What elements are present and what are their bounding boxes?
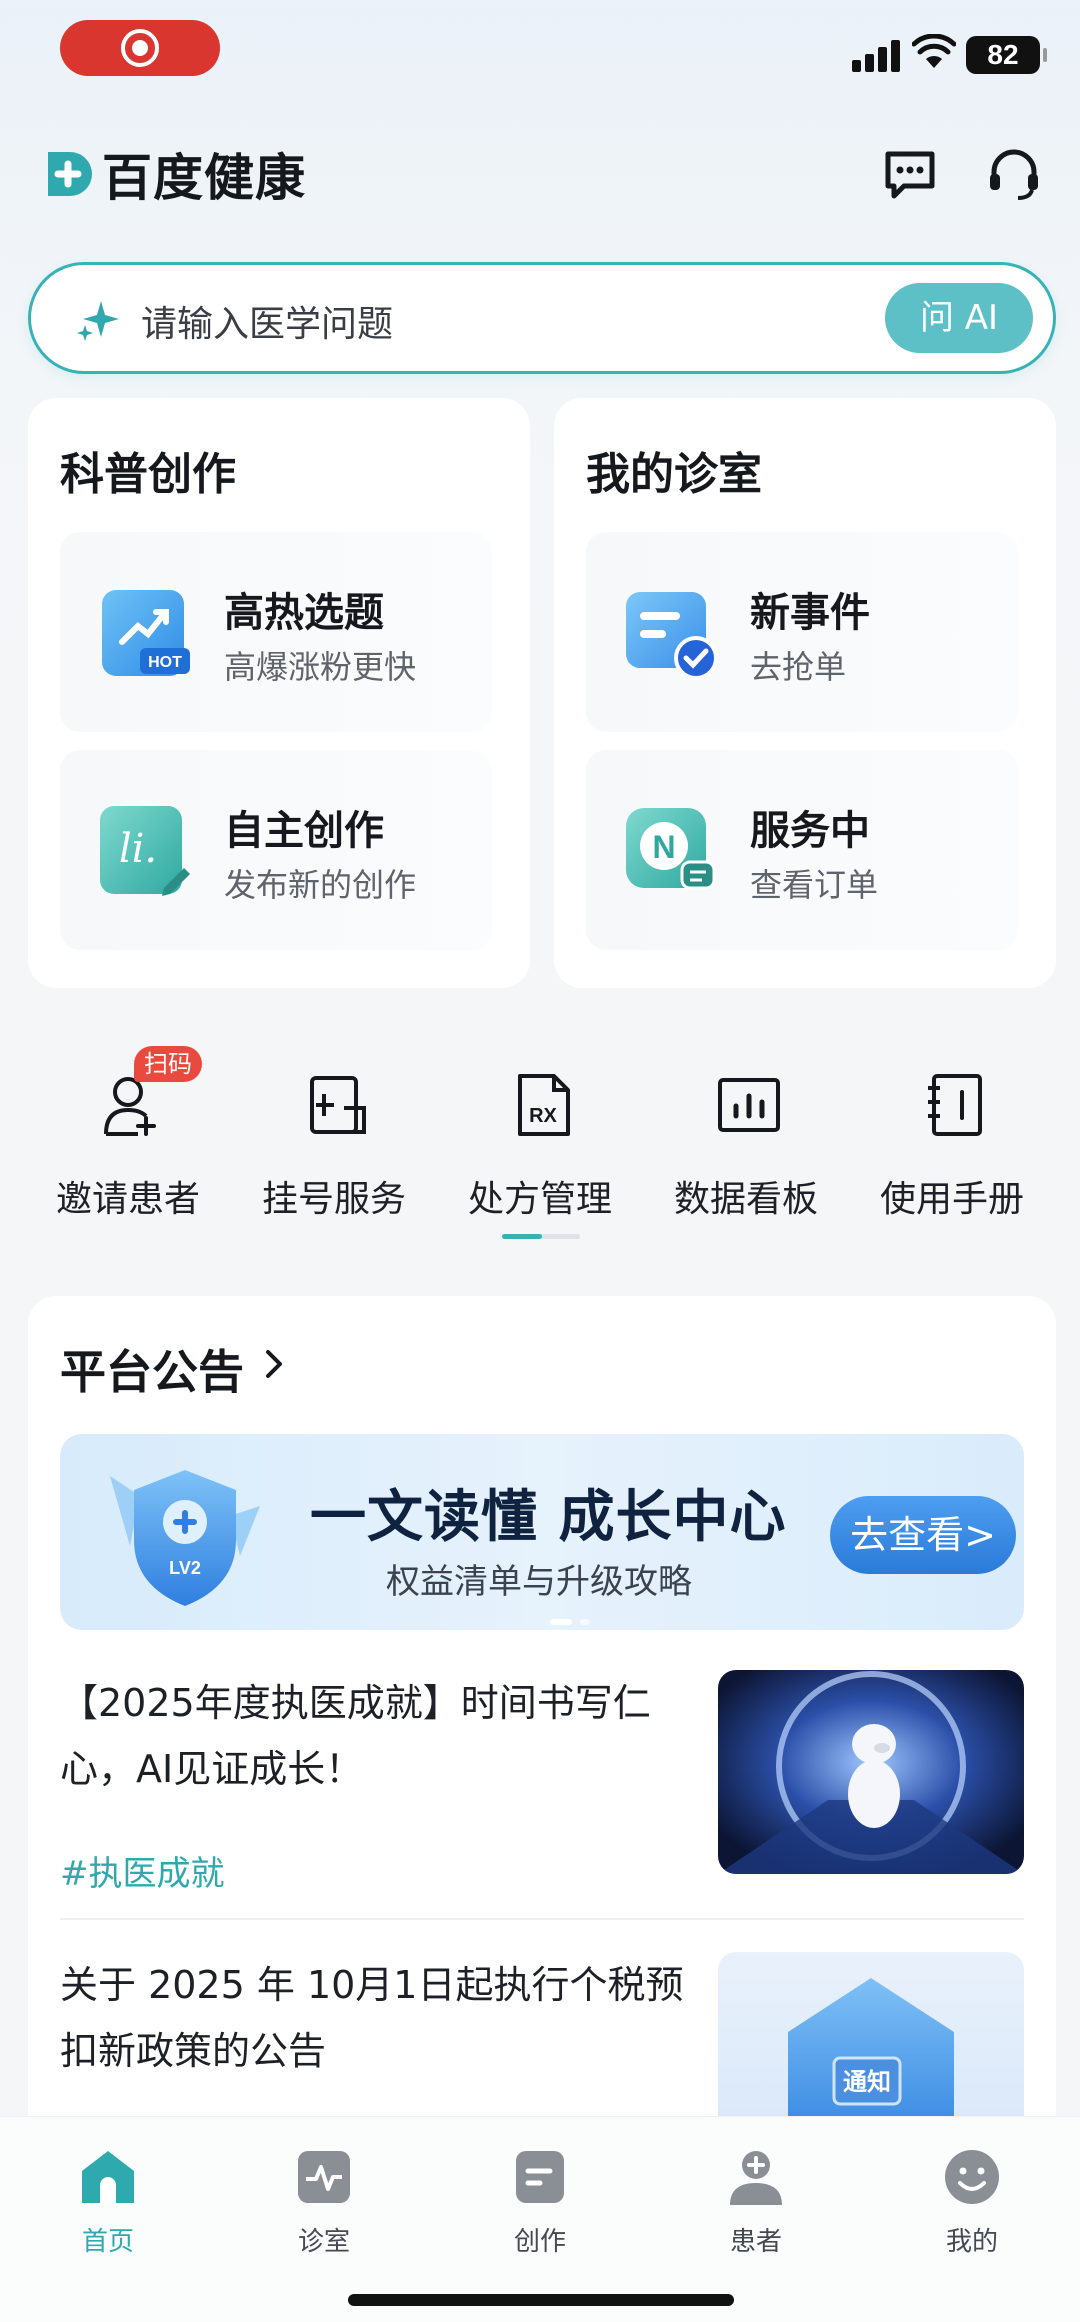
level-label: LV2 — [169, 1558, 201, 1578]
tab-patients[interactable]: 患者 — [681, 2139, 831, 2269]
search-placeholder[interactable]: 请输入医学问题 — [141, 295, 393, 347]
tab-home[interactable]: 首页 — [33, 2139, 183, 2269]
smiley-profile-icon — [945, 2150, 999, 2204]
announcement-title: 关于 2025 年 10月1日起执行个税预扣新政策的公告 — [60, 1963, 684, 2073]
tab-create[interactable]: 创作 — [465, 2139, 615, 2269]
section-title[interactable]: 平台公告 — [60, 1336, 244, 1402]
screen-record-indicator[interactable] — [60, 20, 220, 76]
tile-title: 自主创作 — [224, 808, 384, 854]
rx-glyph: RX — [529, 1105, 557, 1127]
quick-action-label: 处方管理 — [467, 1179, 612, 1220]
announcement-title: 【2025年度执医成就】时间书写仁心，AI见证成长！ — [60, 1681, 651, 1791]
home-icon — [82, 2151, 134, 2203]
tile-subtitle: 高爆涨粉更快 — [224, 648, 417, 686]
chevron-right-icon[interactable] — [260, 1344, 288, 1384]
quick-action-prescription[interactable]: RX 处方管理 — [440, 1060, 640, 1220]
self-creation-tile[interactable]: li. 自主创作 发布新的创作 — [60, 750, 492, 950]
message-icon[interactable] — [882, 146, 938, 202]
new-event-icon — [626, 592, 718, 680]
search-bar[interactable]: 请输入医学问题 问 AI — [28, 262, 1056, 374]
trending-topic-icon: HOT — [102, 590, 190, 676]
announcement-tag[interactable]: #执医成就 — [60, 1846, 225, 1895]
patient-icon — [730, 2151, 782, 2205]
create-document-icon — [516, 2151, 564, 2203]
banner-page-indicator — [550, 1610, 598, 1629]
mascot-thumbnail — [718, 1670, 1024, 1874]
notice-label: 通知 — [843, 2068, 891, 2096]
hot-topics-tile[interactable]: HOT 高热选题 高爆涨粉更快 — [60, 532, 492, 732]
tab-label: 诊室 — [297, 2227, 350, 2257]
manual-icon — [928, 1074, 982, 1136]
quick-action-registration[interactable]: 挂号服务 — [234, 1060, 434, 1220]
quick-action-label: 邀请患者 — [55, 1179, 200, 1220]
tab-me[interactable]: 我的 — [897, 2139, 1047, 2269]
tile-subtitle: 查看订单 — [750, 866, 879, 904]
card-title: 我的诊室 — [586, 449, 762, 500]
write-glyph: li. — [119, 826, 157, 872]
tab-label: 患者 — [729, 2227, 782, 2257]
service-glyph: N — [652, 829, 675, 865]
quick-action-label: 使用手册 — [879, 1179, 1024, 1220]
write-icon: li. — [100, 806, 190, 896]
my-clinic-card: 我的诊室 新事件 去抢单 N 服务中 查看订单 — [554, 398, 1056, 988]
in-service-icon: N — [626, 808, 716, 890]
divider — [60, 1918, 1024, 1920]
quick-action-dashboard[interactable]: 数据看板 — [646, 1060, 846, 1220]
scan-code-badge: 扫码 — [134, 1046, 202, 1082]
tile-title: 高热选题 — [224, 590, 384, 636]
tab-label: 首页 — [81, 2227, 134, 2257]
science-creation-card: 科普创作 HOT 高热选题 高爆涨粉更快 li. 自主创作 发布新的创作 — [28, 398, 530, 988]
clinic-pulse-icon — [298, 2151, 350, 2203]
home-indicator[interactable] — [348, 2294, 734, 2306]
bottom-tab-bar: 首页 诊室 创作 患者 我的 — [0, 2116, 1080, 2322]
registration-icon — [310, 1076, 366, 1134]
quick-actions-page-indicator — [502, 1234, 580, 1239]
customer-service-headset-icon[interactable] — [986, 146, 1042, 202]
tile-title: 新事件 — [750, 590, 870, 636]
cellular-signal-icon — [852, 38, 902, 72]
ask-ai-button[interactable]: 问 AI — [885, 283, 1033, 353]
tab-clinic[interactable]: 诊室 — [249, 2139, 399, 2269]
banner-subline: 权益清单与升级攻略 — [386, 1562, 692, 1602]
quick-action-manual[interactable]: 使用手册 — [852, 1060, 1052, 1220]
tile-subtitle: 去抢单 — [750, 648, 847, 686]
level-shield-icon: LV2 — [110, 1470, 260, 1606]
in-service-tile[interactable]: N 服务中 查看订单 — [586, 750, 1018, 950]
tile-title: 服务中 — [750, 808, 870, 854]
quick-action-invite-patient[interactable]: 邀请患者 — [28, 1060, 228, 1220]
hot-badge-text: HOT — [148, 654, 182, 671]
record-dot-icon — [132, 40, 148, 56]
view-button[interactable]: 去查看> — [830, 1496, 1016, 1574]
dashboard-icon — [718, 1078, 780, 1132]
app-logo: 百度健康 — [44, 144, 306, 207]
quick-action-label: 挂号服务 — [261, 1179, 406, 1220]
battery-indicator: 82 — [966, 36, 1047, 74]
quick-action-label: 数据看板 — [673, 1179, 818, 1220]
wifi-icon — [912, 34, 956, 68]
tile-subtitle: 发布新的创作 — [224, 866, 417, 904]
logo-text: 百度健康 — [102, 149, 306, 207]
ai-sparkle-icon — [77, 301, 119, 341]
announcement-item[interactable]: 【2025年度执医成就】时间书写仁心，AI见证成长！ #执医成就 — [60, 1670, 1024, 1920]
baidu-health-logo-icon — [48, 152, 92, 196]
prescription-icon: RX — [518, 1074, 570, 1136]
tab-label: 创作 — [513, 2227, 566, 2257]
growth-center-banner[interactable]: LV2 一文读懂 成长中心 权益清单与升级攻略 去查看> — [60, 1434, 1024, 1630]
new-event-tile[interactable]: 新事件 去抢单 — [586, 532, 1018, 732]
tab-label: 我的 — [945, 2227, 998, 2257]
card-title: 科普创作 — [60, 449, 236, 500]
banner-headline: 一文读懂 成长中心 — [310, 1485, 787, 1550]
status-bar: 82 — [0, 0, 1080, 110]
